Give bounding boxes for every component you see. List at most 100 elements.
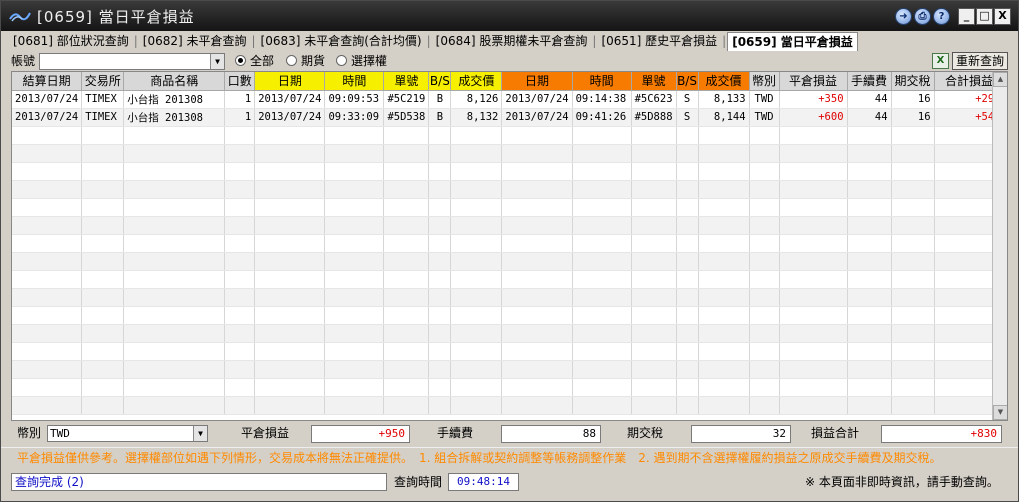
table-cell bbox=[450, 198, 503, 217]
table-cell bbox=[891, 234, 935, 253]
currency-select[interactable]: TWD ▼ bbox=[47, 425, 208, 442]
vertical-scrollbar[interactable]: ▲ ▼ bbox=[992, 72, 1007, 420]
table-row[interactable]: 2013/07/24 TIMEX 小台指 201308 1 2013/07/24 09:3… bbox=[12, 108, 1005, 127]
col-header[interactable]: 交易所 bbox=[81, 72, 125, 91]
table-cell bbox=[698, 180, 750, 199]
table-cell bbox=[81, 162, 125, 181]
col-header-open[interactable]: 單號 bbox=[383, 72, 430, 91]
col-header-close[interactable]: 單號 bbox=[631, 72, 677, 91]
table-cell bbox=[501, 144, 573, 163]
col-header[interactable]: 商品名稱 bbox=[123, 72, 226, 91]
col-header-close[interactable]: 成交價 bbox=[698, 72, 750, 91]
tab-0682[interactable]: [0682] 未平倉查詢 bbox=[139, 32, 251, 50]
scroll-up-icon[interactable]: ▲ bbox=[993, 72, 1007, 87]
table-cell: B bbox=[428, 90, 452, 109]
col-header-open[interactable]: 日期 bbox=[254, 72, 326, 91]
col-header[interactable]: 結算日期 bbox=[12, 72, 83, 91]
tab-0651[interactable]: [0651] 歷史平倉損益 bbox=[597, 32, 721, 50]
col-header[interactable]: 幣別 bbox=[749, 72, 780, 91]
chevron-down-icon[interactable]: ▼ bbox=[193, 426, 207, 441]
col-header[interactable]: 手續費 bbox=[847, 72, 892, 91]
forward-icon[interactable]: ➜ bbox=[895, 8, 912, 25]
table-cell bbox=[749, 270, 780, 289]
table-cell: 44 bbox=[847, 90, 892, 109]
table-cell bbox=[428, 324, 452, 343]
title-bar[interactable]: [0659] 當日平倉損益 ➜ ⎙ ? _ □ X bbox=[1, 1, 1018, 31]
col-header-close[interactable]: 日期 bbox=[501, 72, 573, 91]
table-cell bbox=[123, 378, 226, 397]
col-header[interactable]: 口數 bbox=[224, 72, 256, 91]
table-cell bbox=[676, 216, 699, 235]
radio-options[interactable]: 選擇權 bbox=[336, 54, 387, 68]
table-cell bbox=[224, 180, 256, 199]
table-cell bbox=[428, 162, 452, 181]
table-cell bbox=[631, 396, 677, 415]
table-cell bbox=[254, 378, 326, 397]
table-cell bbox=[254, 306, 326, 325]
excel-export-icon[interactable]: X bbox=[932, 53, 949, 69]
table-cell bbox=[383, 252, 430, 271]
table-cell bbox=[383, 162, 430, 181]
close-icon[interactable]: X bbox=[994, 8, 1011, 25]
table-cell bbox=[383, 270, 430, 289]
col-header[interactable]: 期交稅 bbox=[891, 72, 935, 91]
table-cell bbox=[676, 234, 699, 253]
account-select[interactable]: ▼ bbox=[39, 53, 225, 70]
radio-all[interactable]: 全部 bbox=[235, 54, 274, 68]
col-header-close[interactable]: 時間 bbox=[572, 72, 632, 91]
table-cell bbox=[779, 252, 848, 271]
pnl-grid[interactable]: 結算日期 交易所 商品名稱 口數 日期 時間 單號 B/S 成交價 日期 時間 … bbox=[11, 71, 1008, 421]
tab-0681[interactable]: [0681] 部位狀況查詢 bbox=[9, 32, 133, 50]
table-cell bbox=[254, 396, 326, 415]
table-cell bbox=[428, 126, 452, 145]
radio-futures[interactable]: 期貨 bbox=[286, 54, 325, 68]
col-header-close[interactable]: B/S bbox=[676, 72, 699, 91]
table-cell: +350 bbox=[779, 90, 848, 109]
col-header-open[interactable]: 成交價 bbox=[450, 72, 503, 91]
col-header-open[interactable]: 時間 bbox=[324, 72, 385, 91]
chevron-down-icon[interactable]: ▼ bbox=[210, 54, 224, 69]
table-cell bbox=[254, 234, 326, 253]
table-cell: TWD bbox=[749, 108, 780, 127]
table-cell bbox=[12, 306, 83, 325]
table-cell bbox=[891, 396, 935, 415]
refresh-button[interactable]: 重新查詢 bbox=[952, 52, 1008, 70]
table-cell bbox=[891, 216, 935, 235]
table-cell: 2013/07/24 bbox=[12, 108, 83, 127]
empty-row bbox=[12, 216, 1005, 235]
tax-label: 期交稅 bbox=[627, 426, 664, 440]
table-cell bbox=[81, 198, 125, 217]
table-row[interactable]: 2013/07/24 TIMEX 小台指 201308 1 2013/07/24 09:0… bbox=[12, 90, 1005, 109]
maximize-icon[interactable]: □ bbox=[976, 8, 993, 25]
scroll-down-icon[interactable]: ▼ bbox=[993, 405, 1007, 420]
tab-0683[interactable]: [0683] 未平倉查詢(合計均價) bbox=[257, 32, 426, 50]
table-cell bbox=[631, 144, 677, 163]
table-cell bbox=[572, 270, 632, 289]
table-cell bbox=[450, 306, 503, 325]
table-cell bbox=[224, 342, 256, 361]
table-cell bbox=[572, 288, 632, 307]
table-cell bbox=[572, 360, 632, 379]
table-cell bbox=[383, 378, 430, 397]
empty-row bbox=[12, 144, 1005, 163]
minimize-icon[interactable]: _ bbox=[958, 8, 975, 25]
print-icon[interactable]: ⎙ bbox=[914, 8, 931, 25]
table-cell bbox=[698, 342, 750, 361]
table-cell bbox=[81, 126, 125, 145]
col-header-open[interactable]: B/S bbox=[428, 72, 452, 91]
table-cell bbox=[572, 396, 632, 415]
table-cell bbox=[428, 306, 452, 325]
help-icon[interactable]: ? bbox=[933, 8, 950, 25]
empty-row bbox=[12, 396, 1005, 415]
tab-0659[interactable]: [0659] 當日平倉損益 bbox=[727, 32, 858, 51]
col-header[interactable]: 平倉損益 bbox=[779, 72, 848, 91]
table-cell bbox=[501, 324, 573, 343]
table-cell bbox=[81, 396, 125, 415]
table-cell bbox=[501, 198, 573, 217]
table-cell bbox=[698, 252, 750, 271]
tab-0684[interactable]: [0684] 股票期權未平倉查詢 bbox=[432, 32, 592, 50]
table-cell bbox=[698, 234, 750, 253]
table-cell: #5C219 bbox=[383, 90, 430, 109]
table-cell bbox=[383, 216, 430, 235]
table-cell bbox=[81, 144, 125, 163]
